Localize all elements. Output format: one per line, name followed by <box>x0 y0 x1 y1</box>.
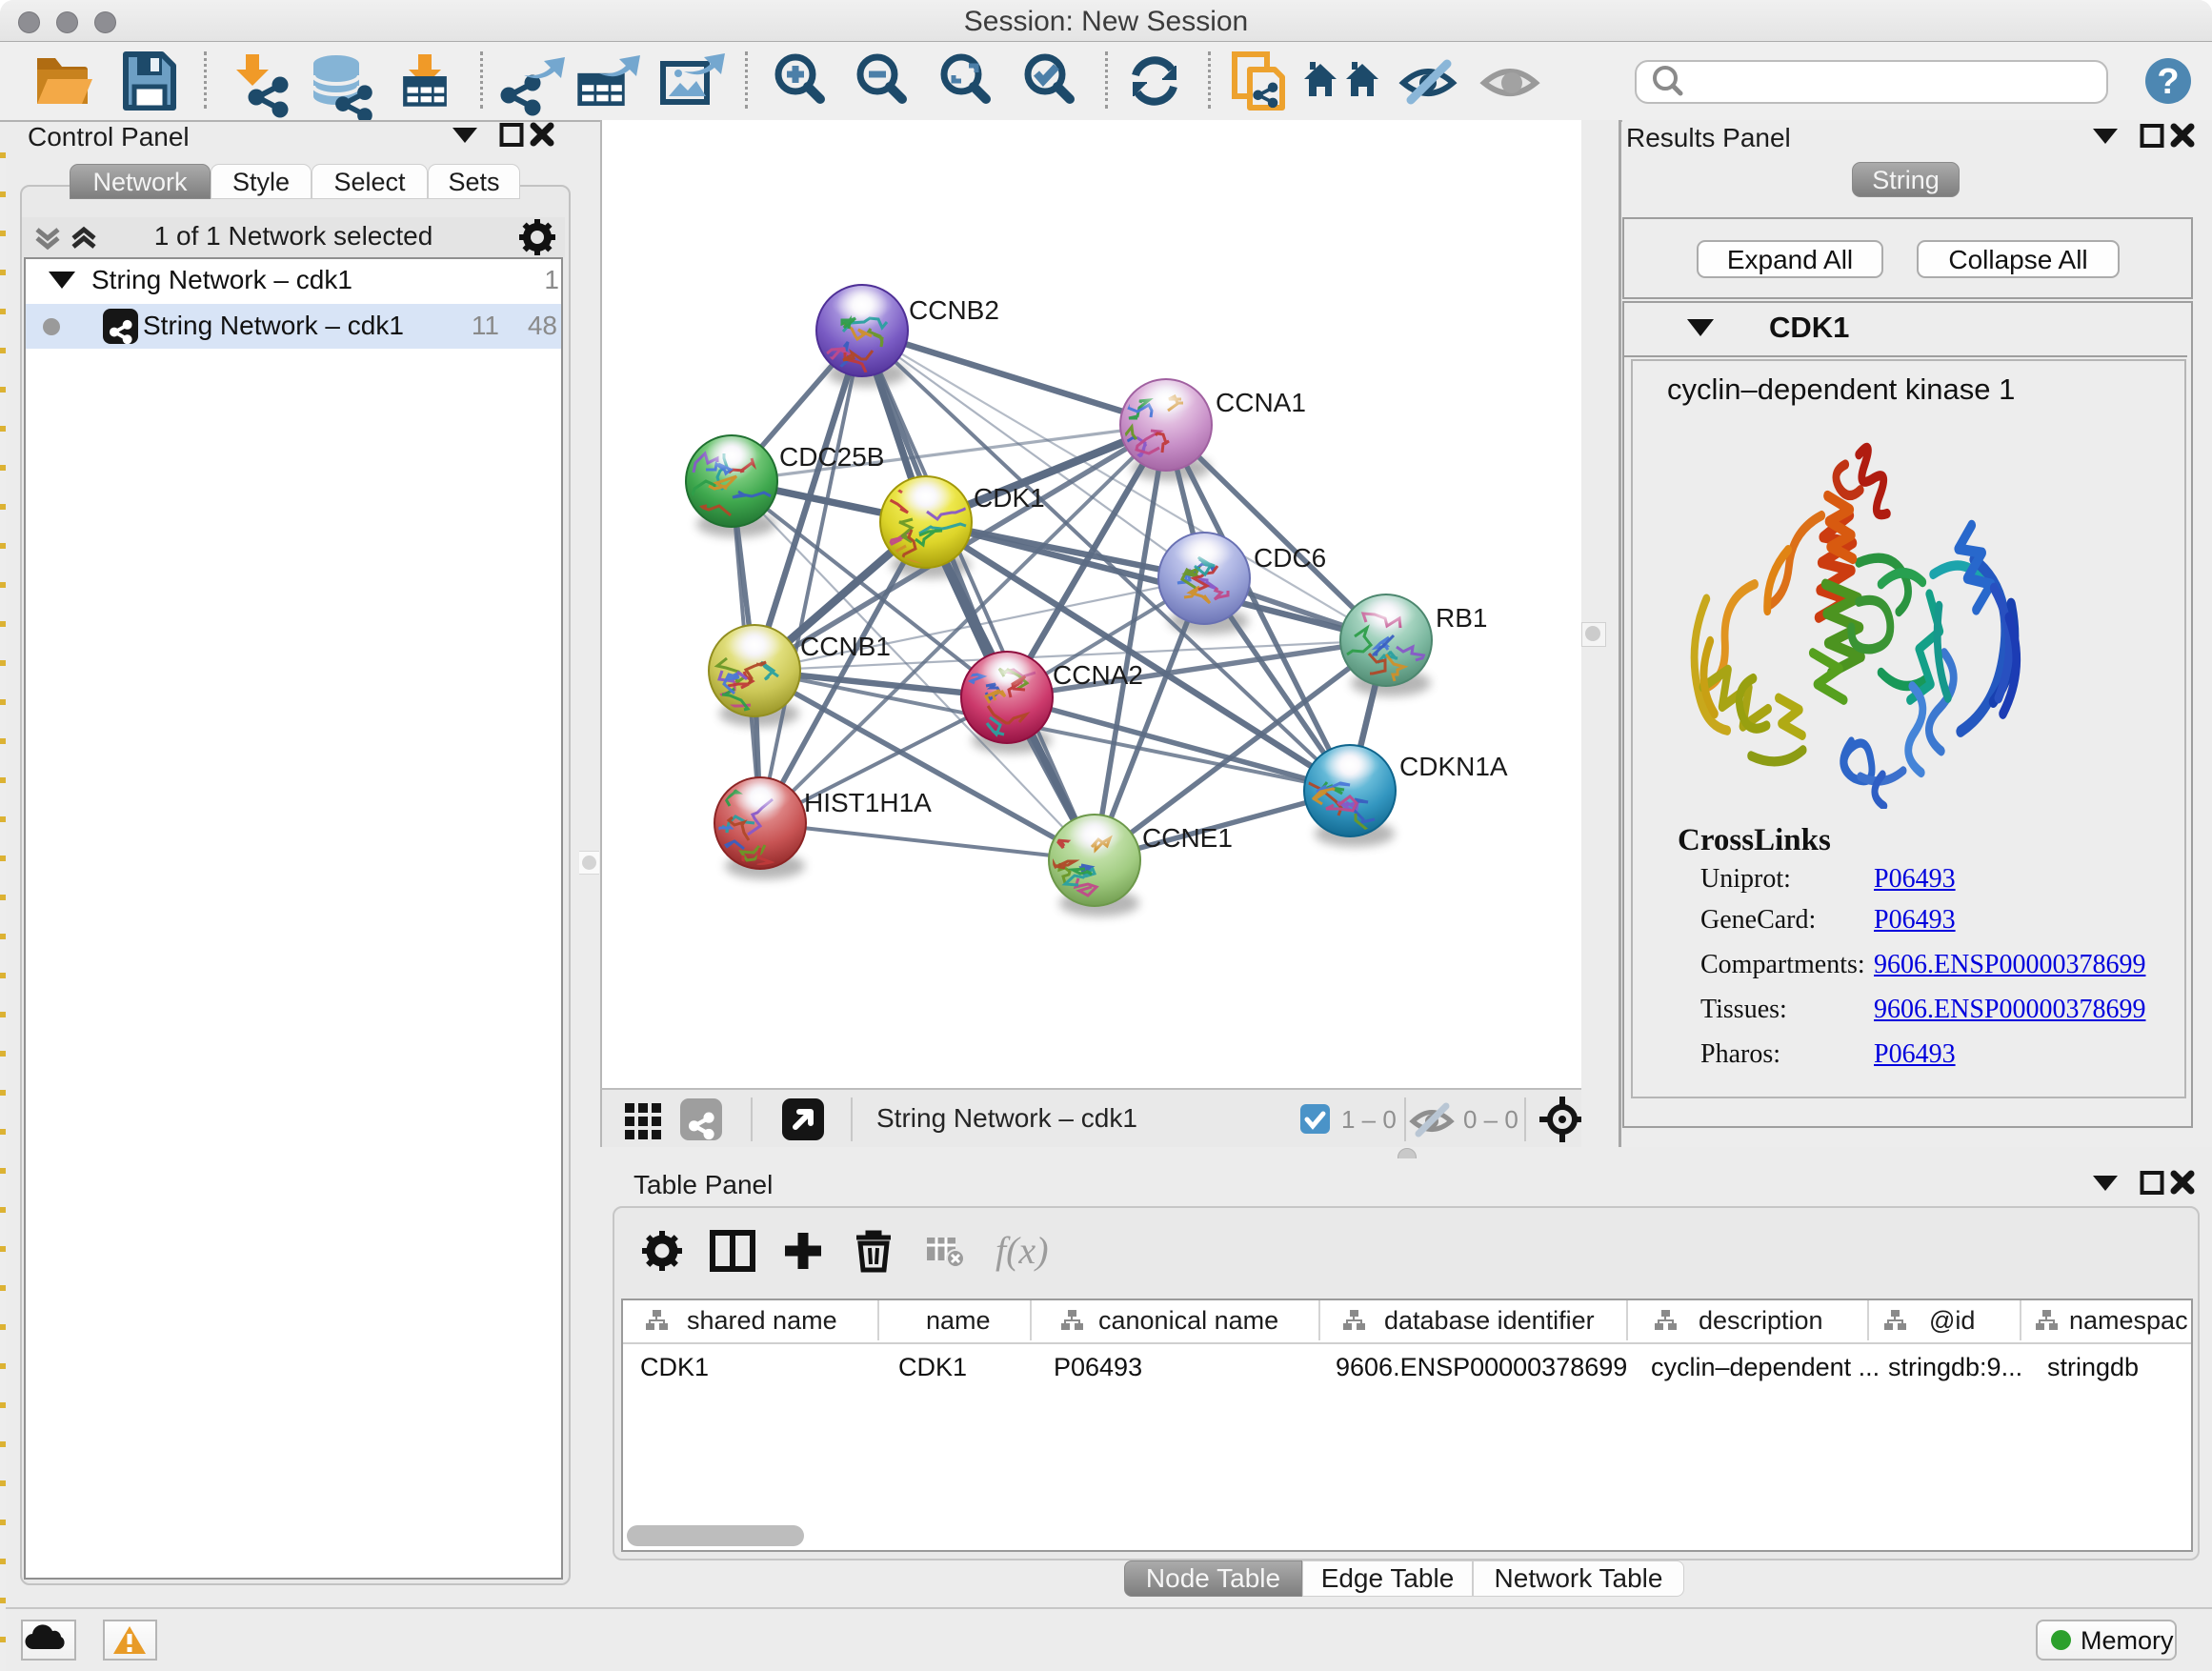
svg-text:f(x): f(x) <box>995 1229 1049 1272</box>
svg-text:CDC25B: CDC25B <box>779 442 884 472</box>
svg-text:CCNB2: CCNB2 <box>909 295 999 325</box>
svg-text:CDKN1A: CDKN1A <box>1399 752 1508 781</box>
svg-text:CCNA2: CCNA2 <box>1053 660 1143 690</box>
svg-text:CCNB1: CCNB1 <box>800 632 891 661</box>
svg-text:CCNE1: CCNE1 <box>1142 823 1233 853</box>
svg-text:CDK1: CDK1 <box>974 483 1045 513</box>
svg-text:?: ? <box>2157 62 2179 102</box>
svg-text:CDC6: CDC6 <box>1254 543 1326 573</box>
svg-text:RB1: RB1 <box>1436 603 1487 633</box>
svg-text:HIST1H1A: HIST1H1A <box>804 788 932 817</box>
svg-text:CCNA1: CCNA1 <box>1216 388 1306 417</box>
